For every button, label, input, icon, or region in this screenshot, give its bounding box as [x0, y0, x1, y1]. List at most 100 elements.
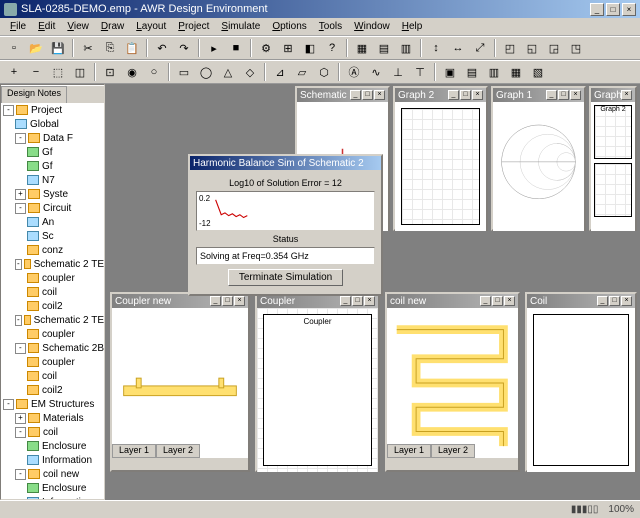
tree-node[interactable]: coupler — [1, 271, 104, 285]
tree-node[interactable]: -coil — [1, 425, 104, 439]
tool-icon[interactable]: ⊤ — [410, 62, 430, 82]
run-icon[interactable]: ▸ — [204, 38, 224, 58]
tree-node[interactable]: -Project — [1, 103, 104, 117]
tree-node[interactable]: -Circuit — [1, 201, 104, 215]
tool-icon[interactable]: ↕ — [426, 38, 446, 58]
tree-node[interactable]: Global — [1, 117, 104, 131]
tree-node[interactable]: An — [1, 215, 104, 229]
tool-icon[interactable]: ⊞ — [278, 38, 298, 58]
layer-tab[interactable]: Layer 1 — [112, 444, 156, 458]
cut-icon[interactable]: ✂ — [78, 38, 98, 58]
tool-icon[interactable]: ⊥ — [388, 62, 408, 82]
maximize-button[interactable]: □ — [606, 3, 620, 16]
tool-icon[interactable]: ↔ — [448, 38, 468, 58]
tool-icon[interactable]: ◧ — [300, 38, 320, 58]
tree-toggle-icon[interactable]: - — [15, 427, 26, 438]
tree-node[interactable]: +Syste — [1, 187, 104, 201]
win-close-icon[interactable]: × — [570, 90, 581, 100]
window-coupler-new[interactable]: Coupler new_□× Layer 1Layer 2 — [110, 292, 250, 472]
tool-icon[interactable]: ▦ — [352, 38, 372, 58]
stop-icon[interactable]: ■ — [226, 38, 246, 58]
window-coupler[interactable]: Coupler_□× Coupler — [255, 292, 380, 472]
tool-icon[interactable]: ▭ — [174, 62, 194, 82]
tree-node[interactable]: -Schematic 2B — [1, 341, 104, 355]
tree-node[interactable]: +Materials — [1, 411, 104, 425]
window-graph1[interactable]: Graph 1_□× — [491, 86, 586, 231]
menu-view[interactable]: View — [61, 19, 95, 34]
tool-icon[interactable]: ⚙ — [256, 38, 276, 58]
tree-node[interactable]: coil — [1, 285, 104, 299]
zoom-out-icon[interactable]: − — [26, 62, 46, 82]
open-icon[interactable]: 📂 — [26, 38, 46, 58]
tool-icon[interactable]: ▤ — [462, 62, 482, 82]
menu-draw[interactable]: Draw — [95, 19, 130, 34]
win-max-icon[interactable]: □ — [558, 90, 569, 100]
tree-node[interactable]: N7 — [1, 173, 104, 187]
zoom-in-icon[interactable]: + — [4, 62, 24, 82]
tree-node[interactable]: coil2 — [1, 383, 104, 397]
window-coil-new[interactable]: coil new_□× Layer 1Layer 2 — [385, 292, 520, 472]
minimize-button[interactable]: _ — [590, 3, 604, 16]
tree-node[interactable]: conz — [1, 243, 104, 257]
tree-toggle-icon[interactable]: - — [15, 343, 26, 354]
win-min-icon[interactable]: _ — [340, 296, 351, 306]
new-icon[interactable]: ▫ — [4, 38, 24, 58]
tool-icon[interactable]: ◰ — [500, 38, 520, 58]
help-icon[interactable]: ? — [322, 38, 342, 58]
tool-icon[interactable]: △ — [218, 62, 238, 82]
tree-toggle-icon[interactable]: - — [15, 315, 22, 326]
tool-icon[interactable]: Ⓐ — [344, 62, 364, 82]
paste-icon[interactable]: 📋 — [122, 38, 142, 58]
menu-layout[interactable]: Layout — [130, 19, 172, 34]
tree-toggle-icon[interactable]: - — [15, 259, 22, 270]
tree-node[interactable]: Information — [1, 495, 104, 500]
tool-icon[interactable]: ▤ — [374, 38, 394, 58]
window-graph2[interactable]: Graph 2_□× — [393, 86, 488, 231]
save-icon[interactable]: 💾 — [48, 38, 68, 58]
tree-node[interactable]: Gf — [1, 159, 104, 173]
win-max-icon[interactable]: □ — [362, 90, 373, 100]
window-coil[interactable]: Coil_□× — [525, 292, 637, 472]
tool-icon[interactable]: ▧ — [528, 62, 548, 82]
simulation-dialog[interactable]: Harmonic Balance Sim of Schematic 2 Log1… — [188, 154, 383, 296]
tree-node[interactable]: Gf — [1, 145, 104, 159]
tool-icon[interactable]: ⬡ — [314, 62, 334, 82]
copy-icon[interactable]: ⎘ — [100, 38, 120, 58]
tree-toggle-icon[interactable]: - — [15, 203, 26, 214]
tool-icon[interactable]: ◉ — [122, 62, 142, 82]
tree-node[interactable]: Sc — [1, 229, 104, 243]
tool-icon[interactable]: ○ — [144, 62, 164, 82]
terminate-simulation-button[interactable]: Terminate Simulation — [228, 269, 343, 286]
tree-node[interactable]: -coil new — [1, 467, 104, 481]
tree-tab-design-notes[interactable]: Design Notes — [1, 86, 67, 103]
tree-toggle-icon[interactable]: - — [3, 105, 14, 116]
tree-node[interactable]: coupler — [1, 327, 104, 341]
tree-node[interactable]: coupler — [1, 355, 104, 369]
project-tree[interactable]: Design Notes -ProjectGlobal-Data FGfGfN7… — [0, 84, 105, 500]
tool-icon[interactable]: ◲ — [544, 38, 564, 58]
tree-node[interactable]: Information — [1, 453, 104, 467]
undo-icon[interactable]: ↶ — [152, 38, 172, 58]
tool-icon[interactable]: ◇ — [240, 62, 260, 82]
tree-toggle-icon[interactable]: - — [15, 133, 26, 144]
win-min-icon[interactable]: _ — [448, 90, 459, 100]
tree-node[interactable]: -EM Structures — [1, 397, 104, 411]
win-close-icon[interactable]: × — [504, 296, 515, 306]
tool-icon[interactable]: ▱ — [292, 62, 312, 82]
tool-icon[interactable]: ⊿ — [270, 62, 290, 82]
menu-help[interactable]: Help — [396, 19, 429, 34]
tool-icon[interactable]: ▥ — [396, 38, 416, 58]
window-graph5[interactable]: Graph 5× Graph 2 — [589, 86, 637, 231]
tree-toggle-icon[interactable]: + — [15, 413, 26, 424]
tool-icon[interactable]: ◱ — [522, 38, 542, 58]
win-max-icon[interactable]: □ — [352, 296, 363, 306]
win-close-icon[interactable]: × — [472, 90, 483, 100]
tree-node[interactable]: -Schematic 2 TE — [1, 313, 104, 327]
tree-toggle-icon[interactable]: - — [15, 469, 26, 480]
tree-node[interactable]: coil — [1, 369, 104, 383]
menu-tools[interactable]: Tools — [313, 19, 348, 34]
tree-node[interactable]: Enclosure — [1, 439, 104, 453]
tree-node[interactable]: -Schematic 2 TE — [1, 257, 104, 271]
tool-icon[interactable]: ▦ — [506, 62, 526, 82]
layer-tab[interactable]: Layer 2 — [431, 444, 475, 458]
